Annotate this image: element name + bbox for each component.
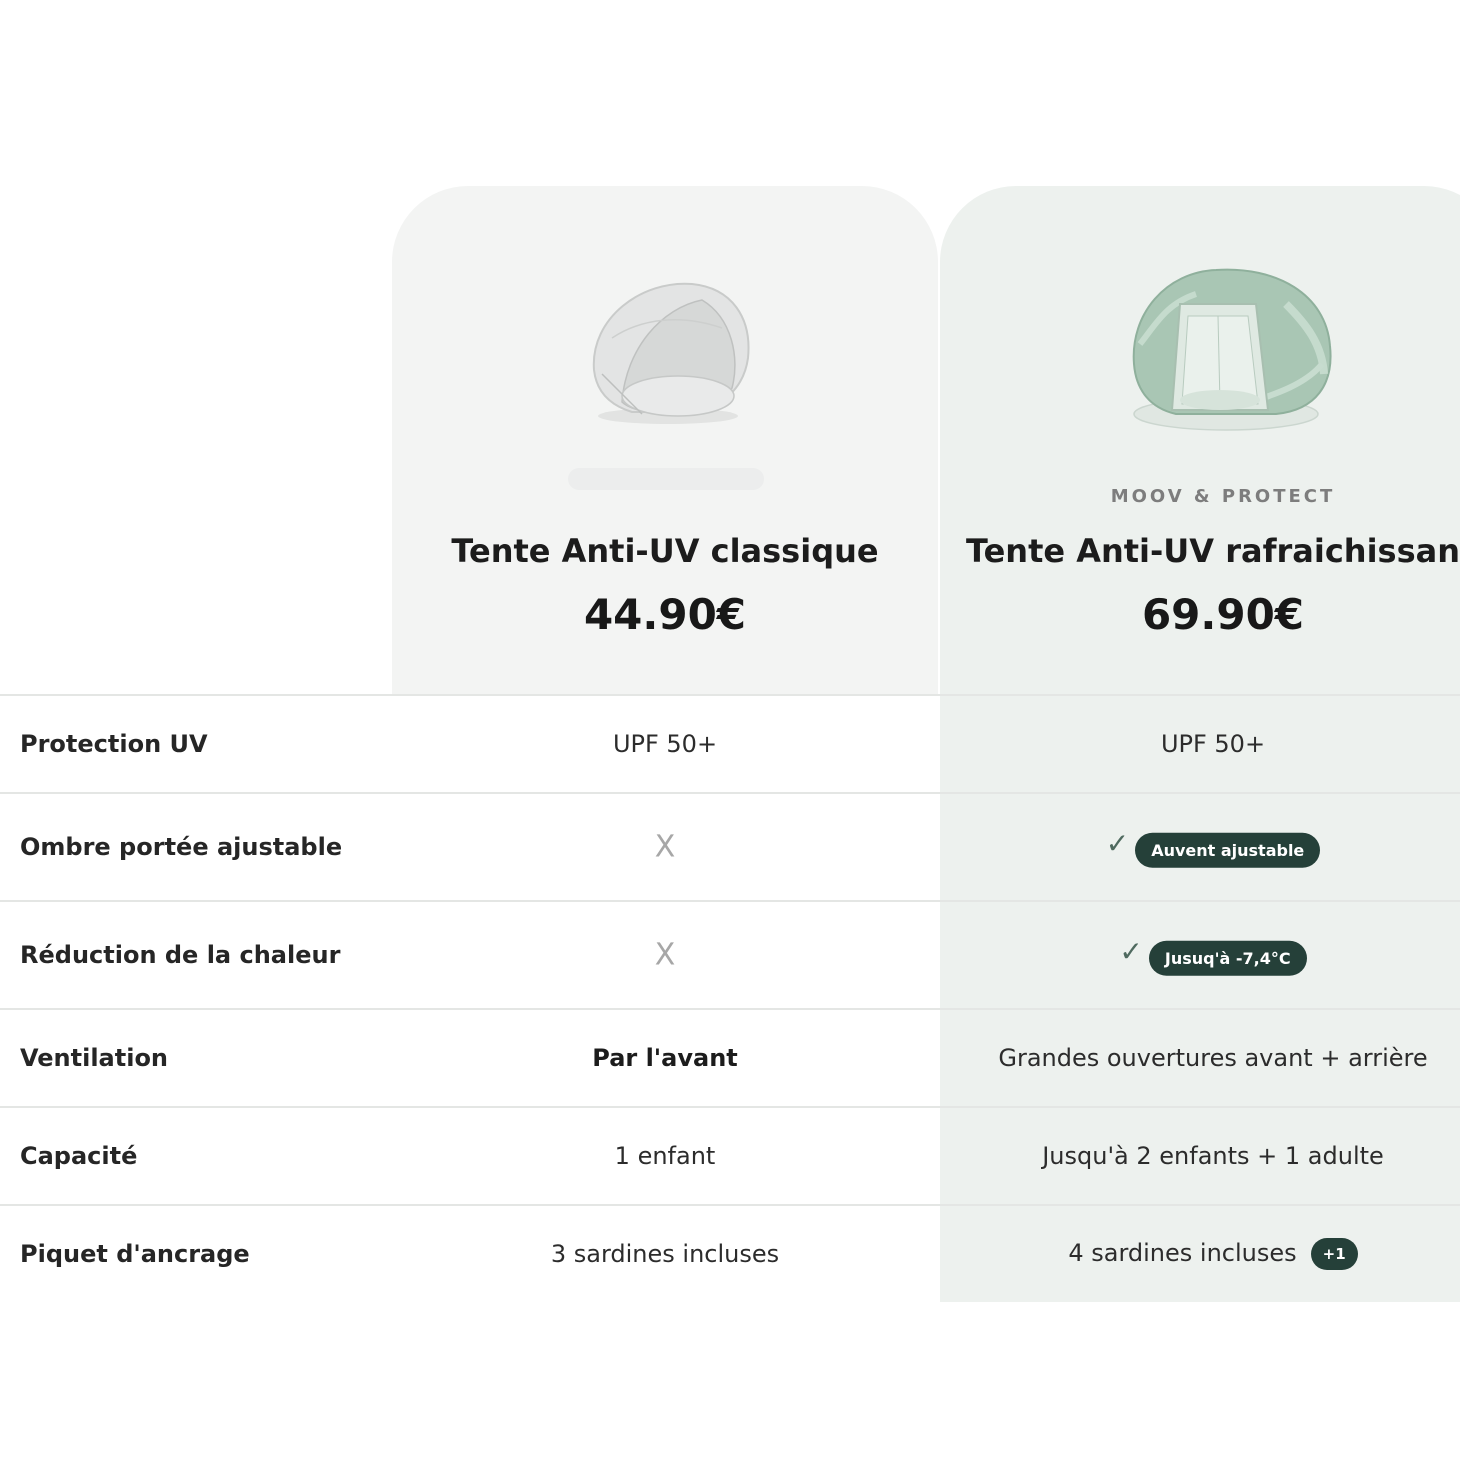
cross-icon: X	[654, 829, 676, 865]
tent-white-icon[interactable]	[582, 278, 754, 428]
cell-cooling: ✓ Auvent ajustable	[940, 827, 1460, 868]
check-icon: ✓	[1119, 934, 1143, 968]
product-brand: MOOV & PROTECT	[1110, 486, 1336, 507]
subtitle-placeholder	[568, 468, 764, 490]
comparison-table: Protection UV UPF 50+ UPF 50+ Ombre port…	[0, 694, 1460, 1302]
plus-one-badge: +1	[1310, 1238, 1358, 1270]
table-row-piquet: Piquet d'ancrage 3 sardines incluses 4 s…	[0, 1204, 1460, 1302]
cell-cooling: Jusqu'à 2 enfants + 1 adulte	[1042, 1142, 1384, 1170]
row-label: Ombre portée ajustable	[20, 833, 343, 861]
table-row-chaleur: Réduction de la chaleur X ✓ Jusuq'à -7,4°…	[0, 900, 1460, 1008]
table-row-ventilation: Ventilation Par l'avant Grandes ouvertur…	[0, 1008, 1460, 1106]
cell-text: 4 sardines incluses	[1068, 1239, 1297, 1267]
product-price: 44.90€	[583, 590, 747, 639]
cell-classic: Par l'avant	[592, 1044, 738, 1072]
check-icon: ✓	[1105, 826, 1130, 860]
row-label: Capacité	[20, 1142, 138, 1170]
product-price: 69.90€	[1141, 590, 1305, 639]
cell-cooling: 4 sardines incluses +1	[940, 1238, 1460, 1270]
cell-cooling: Grandes ouvertures avant + arrière	[998, 1044, 1428, 1072]
cell-classic: UPF 50+	[612, 730, 718, 758]
product-card-classic: Tente Anti-UV classique 44.90€	[392, 186, 938, 696]
feature-badge: Auvent ajustable	[1135, 832, 1321, 868]
cell-cooling: ✓ Jusuq'à -7,4°C	[940, 935, 1460, 976]
cell-classic: 3 sardines incluses	[550, 1240, 780, 1268]
table-row-capacite: Capacité 1 enfant Jusqu'à 2 enfants + 1 …	[0, 1106, 1460, 1204]
cell-classic: 1 enfant	[614, 1142, 716, 1170]
tent-green-icon[interactable]	[1126, 264, 1336, 436]
row-label: Ventilation	[20, 1044, 169, 1072]
table-row-ombre: Ombre portée ajustable X ✓ Auvent ajustab…	[0, 792, 1460, 900]
feature-badge: Jusuq'à -7,4°C	[1148, 940, 1307, 976]
product-name: Tente Anti-UV classique	[451, 532, 879, 570]
table-row-protection-uv: Protection UV UPF 50+ UPF 50+	[0, 694, 1460, 792]
row-label: Piquet d'ancrage	[20, 1240, 250, 1268]
cross-icon: X	[654, 937, 676, 973]
product-name: Tente Anti-UV rafraichissant	[966, 532, 1460, 570]
product-card-cooling: MOOV & PROTECT Tente Anti-UV rafraichiss…	[940, 186, 1460, 696]
cell-classic: X	[392, 830, 938, 865]
row-label: Réduction de la chaleur	[20, 941, 341, 969]
cell-classic: X	[392, 938, 938, 973]
row-label: Protection UV	[20, 730, 208, 758]
cell-cooling: UPF 50+	[1160, 730, 1266, 758]
